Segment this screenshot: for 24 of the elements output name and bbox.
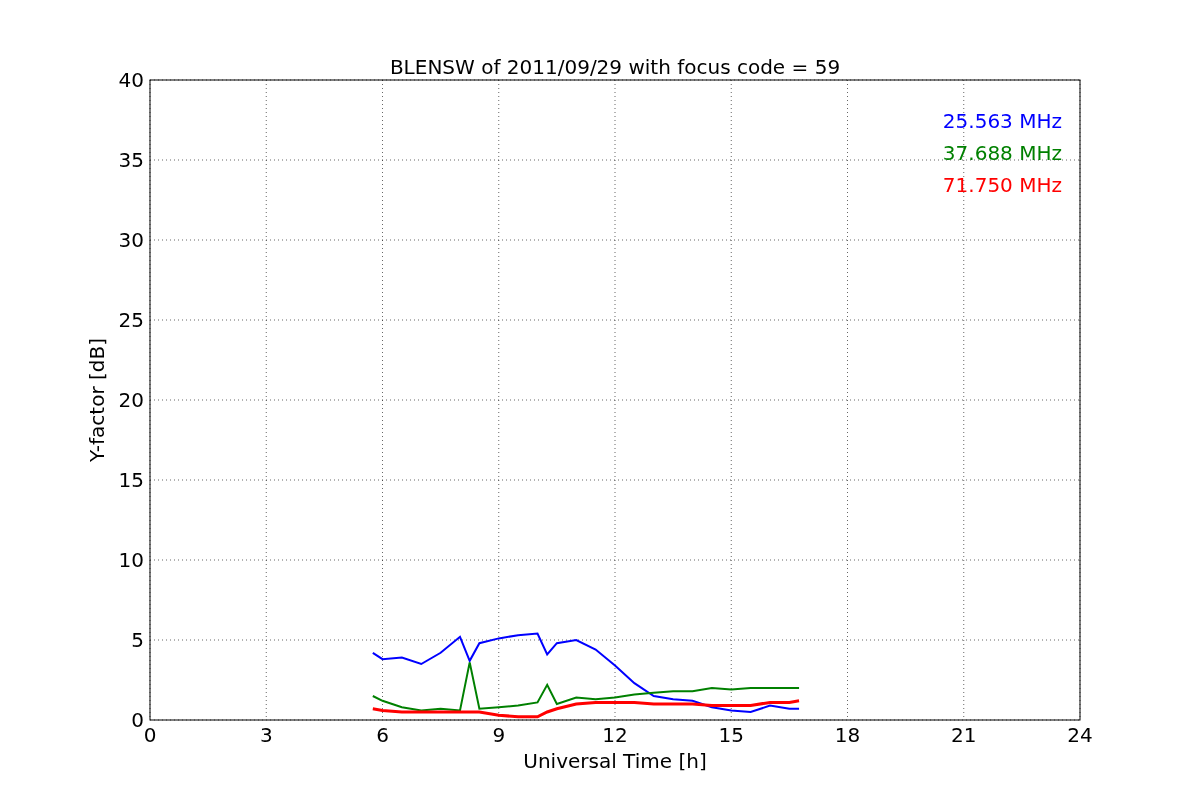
- y-axis-label: Y-factor [dB]: [85, 338, 109, 462]
- y-tick-label: 10: [118, 548, 144, 572]
- x-tick-label: 9: [492, 723, 506, 747]
- x-tick-label: 24: [1067, 723, 1093, 747]
- legend-label: 71.750 MHz: [942, 173, 1062, 197]
- y-tick-label: 30: [118, 228, 144, 252]
- legend-label: 25.563 MHz: [942, 109, 1062, 133]
- y-tick-label: 0: [131, 708, 144, 732]
- y-tick-label: 5: [131, 628, 144, 652]
- x-tick-label: 15: [718, 723, 744, 747]
- y-tick-label: 20: [118, 388, 144, 412]
- y-tick-label: 15: [118, 468, 144, 492]
- x-axis-label: Universal Time [h]: [523, 749, 707, 773]
- x-tick-label: 6: [376, 723, 389, 747]
- x-tick-label: 12: [602, 723, 628, 747]
- x-tick-label: 3: [259, 723, 273, 747]
- legend-label: 37.688 MHz: [942, 141, 1062, 165]
- y-tick-label: 40: [118, 68, 144, 92]
- y-tick-label: 35: [118, 148, 144, 172]
- x-tick-label: 0: [143, 723, 157, 747]
- x-tick-label: 18: [834, 723, 861, 747]
- y-tick-label: 25: [118, 308, 144, 332]
- chart-title: BLENSW of 2011/09/29 with focus code = 59: [389, 55, 841, 79]
- x-tick-label: 21: [951, 723, 977, 747]
